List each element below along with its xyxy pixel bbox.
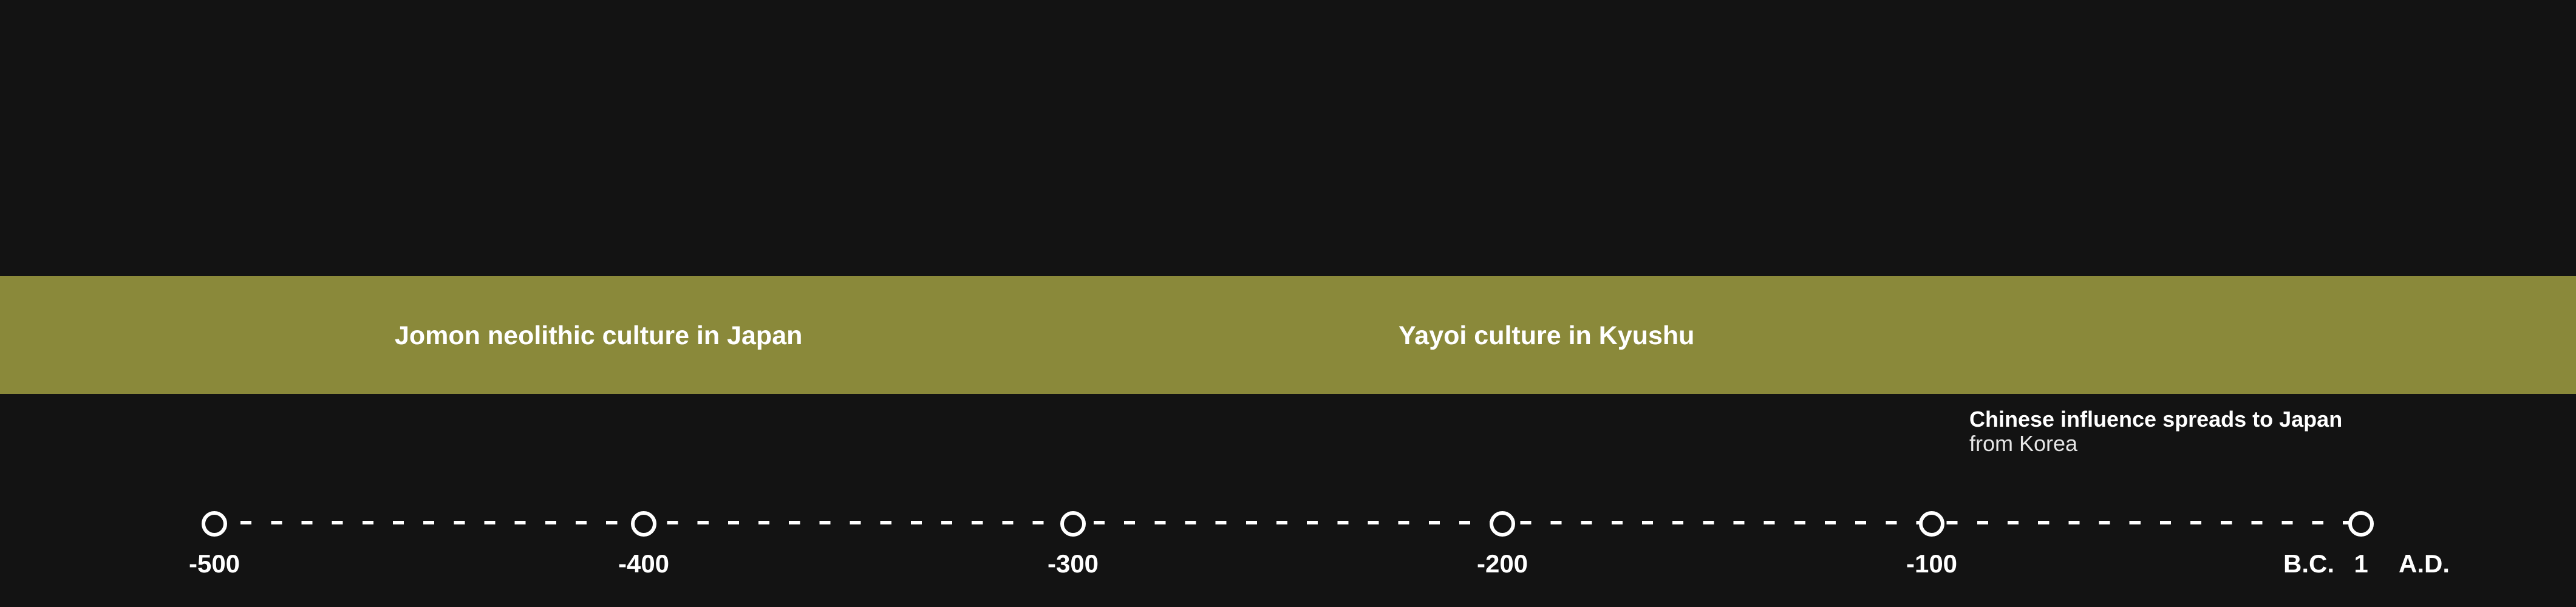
event-subtitle: from Korea	[1969, 431, 2078, 456]
timeline-axis	[214, 521, 2361, 524]
tick-marker-minus-300	[1060, 511, 1086, 537]
tick-label-minus-400: -400	[618, 549, 670, 578]
bc-label: B.C.	[2283, 549, 2334, 578]
event-chinese-influence: Chinese influence spreads to Japan from …	[1969, 407, 2342, 456]
era-band	[0, 276, 2576, 394]
ad-label: A.D.	[2399, 549, 2450, 578]
tick-label-minus-300: -300	[1047, 549, 1099, 578]
tick-marker-minus-400	[631, 511, 656, 537]
tick-label-minus-200: -200	[1476, 549, 1528, 578]
tick-marker-minus-500	[202, 511, 227, 537]
era-label-jomon: Jomon neolithic culture in Japan	[395, 321, 803, 350]
tick-marker-minus-200	[1490, 511, 1515, 537]
tick-label-1: 1	[2354, 549, 2368, 578]
tick-marker-1	[2348, 511, 2374, 537]
tick-label-minus-500: -500	[188, 549, 240, 578]
era-label-yayoi: Yayoi culture in Kyushu	[1399, 321, 1695, 350]
tick-label-minus-100: -100	[1906, 549, 1958, 578]
tick-marker-minus-100	[1919, 511, 1944, 537]
event-title: Chinese influence spreads to Japan	[1969, 407, 2343, 432]
